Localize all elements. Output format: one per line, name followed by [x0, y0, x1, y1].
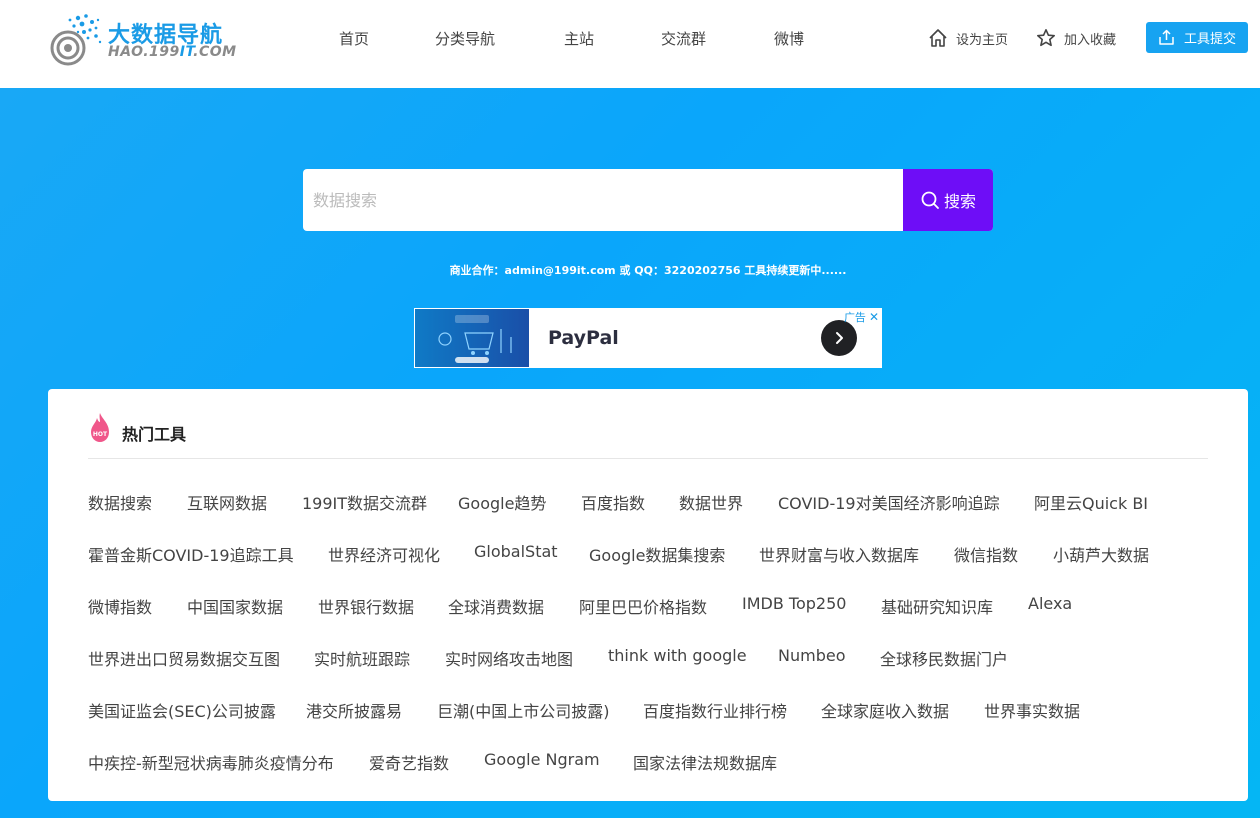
ad-badge[interactable]: 广告 ✕ [844, 309, 879, 325]
tool-link[interactable]: 199IT数据交流群 [302, 490, 427, 514]
tool-link[interactable]: 全球移民数据门户 [880, 646, 1008, 670]
ad-next-button[interactable] [821, 320, 857, 356]
tool-link[interactable]: 国家法律法规数据库 [633, 750, 777, 774]
favorite-link[interactable]: 加入收藏 [1036, 27, 1116, 49]
tool-link[interactable]: 世界事实数据 [984, 698, 1080, 722]
tool-link[interactable]: 数据世界 [679, 490, 743, 514]
nav-item-group[interactable]: 交流群 [661, 28, 706, 49]
tool-link[interactable]: 基础研究知识库 [881, 594, 993, 618]
submit-tool-label: 工具提交 [1183, 32, 1236, 47]
hot-tools-header: HOT 热门工具 [88, 411, 1208, 459]
tool-link[interactable]: 世界银行数据 [318, 594, 414, 618]
close-icon[interactable]: ✕ [869, 310, 879, 324]
tool-link[interactable]: 港交所披露易 [306, 698, 402, 722]
tool-link[interactable]: 互联网数据 [187, 490, 267, 514]
tool-link[interactable]: 微博指数 [88, 594, 152, 618]
submit-tool-button[interactable]: 工具提交 [1146, 22, 1248, 53]
contact-info: 商业合作：admin@199it.com 或 QQ：3220202756 工具持… [449, 264, 847, 277]
hot-tools-title: 热门工具 [122, 425, 187, 444]
ad-banner[interactable]: PayPal 广告 ✕ [414, 308, 882, 368]
chevron-right-icon [836, 332, 843, 344]
tool-link[interactable]: COVID-19对美国经济影响追踪 [778, 490, 1000, 514]
tool-link[interactable]: 世界财富与收入数据库 [759, 542, 919, 566]
tool-link[interactable]: 实时航班跟踪 [314, 646, 410, 670]
nav-item-main-site[interactable]: 主站 [564, 28, 594, 49]
tool-link[interactable]: IMDB Top250 [742, 594, 846, 613]
search-button-label: 搜索 [943, 194, 976, 211]
tool-link[interactable]: 中国国家数据 [187, 594, 283, 618]
upload-icon [1159, 29, 1174, 45]
tool-link[interactable]: Google数据集搜索 [589, 542, 725, 566]
set-home-link[interactable]: 设为主页 [928, 27, 1008, 49]
set-home-label: 设为主页 [956, 32, 1009, 48]
tool-link[interactable]: 巨潮(中国上市公司披露) [437, 698, 610, 722]
tool-link[interactable]: 数据搜索 [88, 490, 152, 514]
site-logo[interactable]: 大数据导航 HAO.199IT.COM [48, 10, 238, 66]
ad-title: PayPal [548, 327, 619, 349]
paypal-ad-illustration [438, 315, 512, 363]
tool-link[interactable]: 世界经济可视化 [328, 542, 440, 566]
star-icon [1037, 29, 1055, 47]
search-button[interactable]: 搜索 [903, 169, 993, 231]
tool-link[interactable]: 微信指数 [954, 542, 1018, 566]
logo-subtitle: HAO.199IT.COM [108, 44, 237, 60]
tool-link[interactable]: Google趋势 [458, 490, 546, 514]
nav-item-weibo[interactable]: 微博 [774, 28, 804, 49]
ad-image [415, 309, 529, 367]
tool-link[interactable]: 中疾控-新型冠状病毒肺炎疫情分布 [88, 750, 334, 774]
tool-link[interactable]: 世界进出口贸易数据交互图 [88, 646, 280, 670]
hot-flame-icon: HOT [91, 413, 109, 442]
tool-link[interactable]: Google Ngram [484, 750, 600, 769]
home-icon [929, 29, 947, 47]
tool-link[interactable]: 阿里巴巴价格指数 [579, 594, 707, 618]
tool-link[interactable]: 百度指数行业排行榜 [643, 698, 787, 722]
tool-link[interactable]: Alexa [1028, 594, 1072, 613]
tool-link[interactable]: 百度指数 [581, 490, 645, 514]
svg-text:HOT: HOT [93, 431, 108, 438]
tool-link[interactable]: Numbeo [778, 646, 845, 665]
nav-item-home[interactable]: 首页 [339, 28, 369, 49]
search-box: 搜索 [303, 169, 993, 231]
tool-link[interactable]: GlobalStat [474, 542, 558, 561]
tool-link[interactable]: 阿里云Quick BI [1034, 490, 1148, 514]
search-icon [921, 191, 939, 209]
tool-link[interactable]: 小葫芦大数据 [1053, 542, 1149, 566]
search-input[interactable] [303, 169, 903, 231]
site-header: 大数据导航 HAO.199IT.COM 首页 分类导航 主站 交流群 微博 设为… [0, 0, 1260, 88]
ad-label: 广告 [843, 311, 866, 324]
logo-icon [50, 14, 102, 66]
tool-link[interactable]: think with google [608, 646, 747, 665]
tool-link[interactable]: 全球消费数据 [448, 594, 544, 618]
tool-link[interactable]: 爱奇艺指数 [369, 750, 449, 774]
tool-link[interactable]: 实时网络攻击地图 [445, 646, 573, 670]
favorite-label: 加入收藏 [1064, 32, 1117, 48]
tool-link[interactable]: 霍普金斯COVID-19追踪工具 [88, 542, 294, 566]
nav-item-categories[interactable]: 分类导航 [435, 28, 495, 49]
tool-link[interactable]: 美国证监会(SEC)公司披露 [88, 698, 276, 722]
tool-link[interactable]: 全球家庭收入数据 [821, 698, 949, 722]
hot-tools-card: HOT 热门工具 数据搜索 互联网数据 199IT数据交流群 Google趋势 … [48, 389, 1248, 801]
